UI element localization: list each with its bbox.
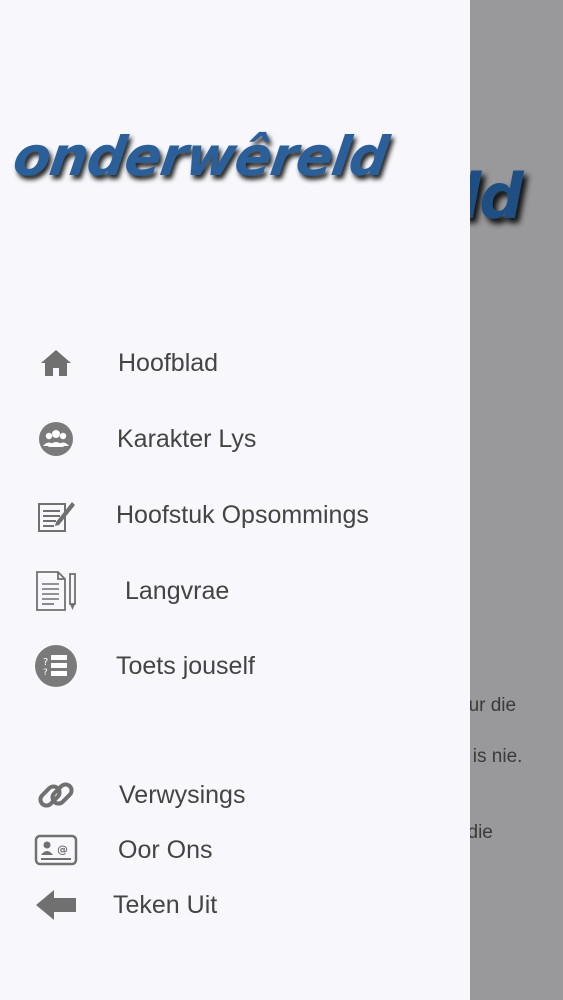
svg-text:?: ? (43, 657, 48, 668)
quiz-icon: ? ? (33, 643, 79, 689)
menu-item-oor-ons[interactable]: @ Oor Ons (0, 822, 470, 878)
menu-item-hoofblad[interactable]: Hoofblad (0, 335, 470, 391)
edit-document-icon (33, 492, 79, 538)
menu-item-langvrae[interactable]: Langvrae (0, 563, 470, 619)
navigation-drawer: onderwêreld Hoofblad Karakter Lys Hoofst… (0, 0, 470, 1000)
menu-item-label: Hoofblad (118, 348, 219, 377)
group-icon (33, 416, 79, 462)
menu-item-karakter-lys[interactable]: Karakter Lys (0, 411, 470, 467)
document-pen-icon (33, 568, 79, 614)
contact-card-icon: @ (33, 827, 79, 873)
svg-text:@: @ (57, 843, 68, 856)
home-icon (33, 340, 79, 386)
menu-item-label: Teken Uit (113, 890, 218, 919)
menu-item-hoofstuk-opsommings[interactable]: Hoofstuk Opsommings (0, 487, 470, 543)
arrow-left-icon (33, 882, 79, 928)
svg-text:?: ? (43, 668, 48, 678)
link-icon (33, 772, 79, 818)
menu-item-label: Hoofstuk Opsommings (116, 500, 369, 529)
app-logo: onderwêreld (9, 125, 392, 188)
menu-item-teken-uit[interactable]: Teken Uit (0, 877, 470, 933)
menu-item-label: Verwysings (119, 780, 246, 809)
menu-item-label: Oor Ons (118, 835, 213, 864)
menu-item-label: Langvrae (125, 576, 230, 605)
menu-item-toets-jouself[interactable]: ? ? Toets jouself (0, 638, 470, 694)
menu-item-label: Toets jouself (116, 651, 255, 680)
menu-item-verwysings[interactable]: Verwysings (0, 767, 470, 823)
menu-item-label: Karakter Lys (117, 424, 257, 453)
